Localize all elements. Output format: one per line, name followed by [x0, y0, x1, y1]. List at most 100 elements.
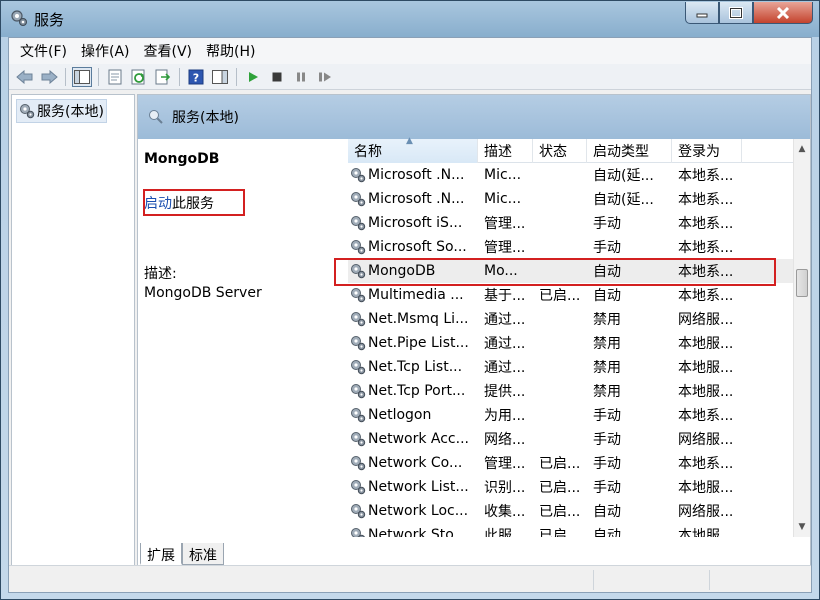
- refresh-button[interactable]: [129, 67, 149, 87]
- table-row[interactable]: Net.Tcp Port... 提供... 禁用 本地服...: [348, 379, 794, 403]
- pause-service-button[interactable]: [291, 67, 311, 87]
- table-row[interactable]: Microsoft So... 管理... 手动 本地系...: [348, 235, 794, 259]
- table-row[interactable]: Net.Pipe List... 通过... 禁用 本地服...: [348, 331, 794, 355]
- start-link-highlight-box: [143, 189, 245, 216]
- cell-startup-type: 手动: [593, 216, 621, 232]
- cell-log-on-as: 本地服...: [678, 480, 734, 496]
- properties-button[interactable]: [105, 67, 125, 87]
- menu-file[interactable]: 文件(F): [13, 41, 74, 61]
- cell-name: Microsoft .N...: [348, 167, 478, 183]
- table-row[interactable]: Network Acc... 网络... 手动 网络服...: [348, 427, 794, 451]
- column-header-label: 启动类型: [593, 144, 649, 160]
- scrollbar-thumb[interactable]: [796, 269, 808, 297]
- cell-status: 已启...: [539, 480, 581, 496]
- vertical-scrollbar[interactable]: ▲ ▼: [793, 139, 810, 537]
- console-tree-button[interactable]: [72, 66, 92, 87]
- table-row[interactable]: Net.Msmq Li... 通过... 禁用 网络服...: [348, 307, 794, 331]
- service-name-text: Net.Tcp List...: [368, 359, 463, 375]
- cell-startup-type: 自动: [593, 504, 621, 520]
- toolbar-separator: [98, 67, 99, 86]
- service-name-text: Network Sto...: [368, 527, 467, 537]
- cell-status: 已启...: [539, 456, 581, 472]
- cell-log-on-as: 本地服...: [678, 528, 734, 537]
- status-segment: [709, 570, 710, 590]
- cell-name: Network Acc...: [348, 431, 478, 447]
- service-gear-icon: [351, 168, 366, 183]
- pane-title: 服务(本地): [172, 110, 239, 126]
- service-name-text: Microsoft .N...: [368, 191, 465, 207]
- toolbar-separator: [179, 67, 180, 86]
- service-name-text: Network Loc...: [368, 503, 469, 519]
- tab-standard[interactable]: 标准: [182, 543, 224, 565]
- service-name-text: Multimedia ...: [368, 287, 464, 303]
- service-detail-panel: MongoDB 启动此服务 描述: MongoDB Server: [138, 139, 342, 537]
- menu-bar: 文件(F) 操作(A) 查看(V) 帮助(H): [9, 38, 811, 64]
- status-bar: [9, 565, 811, 592]
- column-header-description[interactable]: 描述: [478, 139, 533, 163]
- close-button[interactable]: [753, 2, 813, 24]
- forward-button[interactable]: [39, 67, 59, 87]
- table-row[interactable]: Microsoft iS... 管理... 手动 本地系...: [348, 211, 794, 235]
- cell-log-on-as: 本地系...: [678, 240, 734, 256]
- back-button[interactable]: [15, 67, 35, 87]
- stop-service-button[interactable]: [267, 67, 287, 87]
- console-tree-pane: 服务(本地): [11, 94, 135, 572]
- start-service-button[interactable]: [243, 67, 263, 87]
- restart-service-button[interactable]: [315, 67, 335, 87]
- service-name-text: Microsoft So...: [368, 239, 467, 255]
- cell-description: 通过...: [484, 336, 526, 352]
- cell-startup-type: 自动: [593, 288, 621, 304]
- cell-startup-type: 手动: [593, 456, 621, 472]
- column-header-log-on-as[interactable]: 登录为: [672, 139, 742, 163]
- table-row[interactable]: Network Sto... 此服... 已启... 自动 本地服...: [348, 523, 794, 537]
- column-header-startup-type[interactable]: 启动类型: [587, 139, 672, 163]
- service-name-text: Net.Pipe List...: [368, 335, 469, 351]
- toolbar: ?: [9, 64, 811, 90]
- service-gear-icon: [351, 360, 366, 375]
- description-text: MongoDB Server: [144, 285, 262, 301]
- table-row[interactable]: Network Co... 管理... 已启... 手动 本地系...: [348, 451, 794, 475]
- maximize-button[interactable]: [719, 2, 753, 24]
- cell-description: 管理...: [484, 216, 526, 232]
- cell-name: Microsoft So...: [348, 239, 478, 255]
- cell-name: Network Sto...: [348, 527, 478, 537]
- column-header-name[interactable]: ▲ 名称: [348, 136, 478, 163]
- cell-name: Network List...: [348, 479, 478, 495]
- scroll-down-icon[interactable]: ▼: [794, 519, 810, 535]
- cell-startup-type: 自动(延...: [593, 192, 654, 208]
- services-gear-icon: [11, 10, 27, 26]
- document-icon: [108, 69, 122, 84]
- cell-startup-type: 自动: [593, 528, 621, 537]
- cell-startup-type: 禁用: [593, 336, 621, 352]
- service-gear-icon: [351, 384, 366, 399]
- menu-view[interactable]: 查看(V): [137, 41, 200, 61]
- tab-extended[interactable]: 扩展: [140, 543, 182, 565]
- pane-icon: [212, 69, 228, 84]
- column-header-label: 名称: [354, 144, 382, 160]
- service-gear-icon: [351, 480, 366, 495]
- table-row[interactable]: Net.Tcp List... 通过... 禁用 本地服...: [348, 355, 794, 379]
- column-header-status[interactable]: 状态: [533, 139, 587, 163]
- table-row[interactable]: Netlogon 为用... 手动 本地系...: [348, 403, 794, 427]
- cell-log-on-as: 网络服...: [678, 312, 734, 328]
- scroll-up-icon[interactable]: ▲: [794, 141, 810, 157]
- table-row[interactable]: Microsoft .N... Mic... 自动(延... 本地系...: [348, 187, 794, 211]
- cell-startup-type: 禁用: [593, 312, 621, 328]
- table-row[interactable]: Multimedia ... 基于... 已启... 自动 本地系...: [348, 283, 794, 307]
- mongodb-row-highlight-box: [334, 258, 776, 286]
- help-button[interactable]: ?: [186, 67, 206, 87]
- toolbar-separator: [236, 67, 237, 86]
- cell-description: 网络...: [484, 432, 526, 448]
- cell-startup-type: 手动: [593, 480, 621, 496]
- show-hide-action-pane-button[interactable]: [210, 67, 230, 87]
- title-bar[interactable]: 服务: [1, 1, 819, 35]
- minimize-button[interactable]: [685, 2, 719, 24]
- tree-item-services-local[interactable]: 服务(本地): [16, 99, 107, 123]
- menu-action[interactable]: 操作(A): [74, 41, 137, 61]
- export-list-button[interactable]: [153, 67, 173, 87]
- table-row[interactable]: Network Loc... 收集... 已启... 自动 网络服...: [348, 499, 794, 523]
- table-row[interactable]: Microsoft .N... Mic... 自动(延... 本地系...: [348, 163, 794, 187]
- table-row[interactable]: Network List... 识别... 已启... 手动 本地服...: [348, 475, 794, 499]
- menu-help[interactable]: 帮助(H): [199, 41, 262, 61]
- cell-log-on-as: 本地系...: [678, 192, 734, 208]
